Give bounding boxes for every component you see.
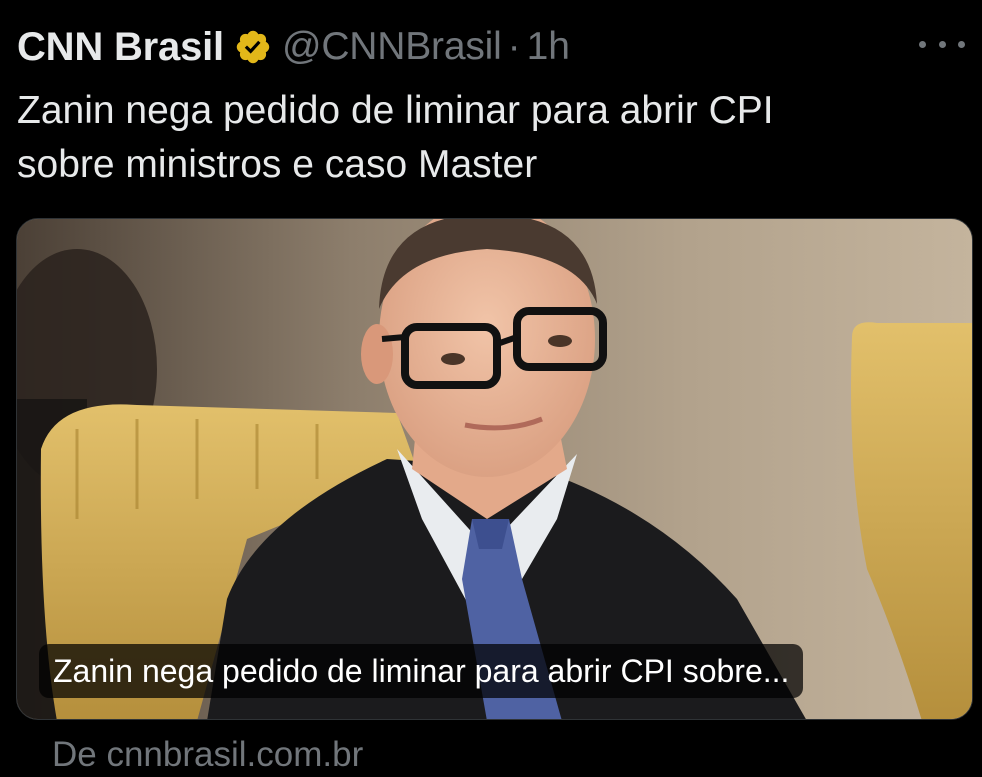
tweet-timestamp[interactable]: 1h [527,25,570,69]
author-display-name[interactable]: CNN Brasil [17,25,224,70]
more-options-icon[interactable] [919,32,965,56]
link-card[interactable]: Zanin nega pedido de liminar para abrir … [16,218,973,720]
author-handle[interactable]: @CNNBrasil [282,25,502,69]
separator-dot: · [507,25,521,68]
tweet[interactable]: CNN Brasil @CNNBrasil · 1h Zanin nega pe… [0,0,982,777]
tweet-text: Zanin nega pedido de liminar para abrir … [17,84,957,192]
card-caption: Zanin nega pedido de liminar para abrir … [39,644,804,698]
more-dot [958,40,965,48]
more-dot [919,40,926,48]
verified-badge-icon[interactable] [234,28,272,66]
more-dot [938,40,946,48]
tweet-text-line: sobre ministros e caso Master [17,143,538,186]
tweet-text-line: Zanin nega pedido de liminar para abrir … [17,89,774,132]
card-source-link[interactable]: De cnnbrasil.com.br [52,735,363,775]
tweet-header: CNN Brasil @CNNBrasil · 1h [17,22,570,72]
